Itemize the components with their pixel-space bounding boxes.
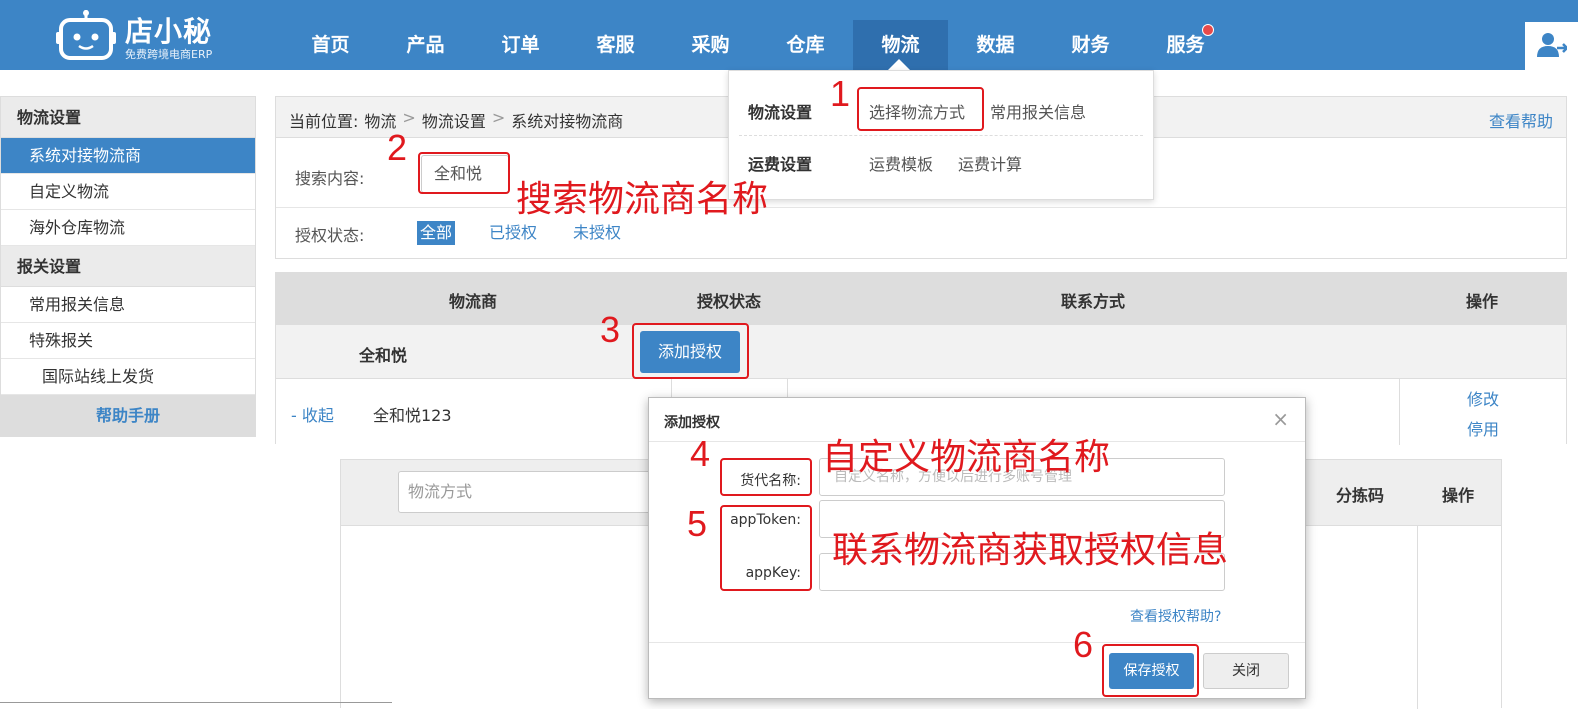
annotation-number-2: 2 (387, 127, 408, 168)
main-nav: 首页 产品 订单 客服 采购 仓库 物流 数据 财务 服务 (283, 20, 1233, 70)
menu-customs-info[interactable]: 常用报关信息 (990, 99, 1086, 123)
dropdown-heading-freight: 运费设置 (748, 155, 813, 174)
menu-freight-calc[interactable]: 运费计算 (958, 151, 1022, 175)
annotation-text-search: 搜索物流商名称 (516, 179, 769, 220)
annotation-number-5: 5 (687, 503, 708, 544)
close-icon[interactable]: × (1272, 407, 1289, 431)
annotation-text-custom-name: 自定义物流商名称 (822, 437, 1111, 478)
col-sub-actions: 操作 (1442, 486, 1475, 505)
actions-cell: 修改 停用 (1399, 379, 1568, 445)
dropdown-divider (739, 135, 1143, 136)
nav-purchase[interactable]: 采购 (663, 20, 758, 70)
help-link[interactable]: 查看帮助 (1489, 108, 1553, 132)
nav-products[interactable]: 产品 (378, 20, 473, 70)
robot-logo-icon (56, 10, 116, 60)
nav-finance[interactable]: 财务 (1043, 20, 1138, 70)
menu-freight-template[interactable]: 运费模板 (869, 151, 933, 175)
nav-orders[interactable]: 订单 (473, 20, 568, 70)
sidebar-section-logistics: 物流设置 (1, 97, 255, 138)
filter-authorized[interactable]: 已授权 (486, 221, 540, 245)
shipping-method-input[interactable]: 物流方式 (398, 471, 658, 513)
table-header: 物流商 授权状态 联系方式 操作 (276, 273, 1566, 325)
nav-services-label: 服务 (1166, 34, 1205, 56)
annotation-box-4 (720, 458, 812, 496)
carrier-group-row: 全和悦 添加授权 (276, 325, 1566, 379)
notification-dot (1202, 24, 1214, 36)
sidebar-item-overseas-warehouse[interactable]: 海外仓库物流 (1, 210, 255, 246)
brand-name: 店小秘 (125, 15, 213, 48)
annotation-box-1 (857, 87, 984, 131)
search-label: 搜索内容: (295, 169, 365, 188)
breadcrumb-item[interactable]: 物流设置 (422, 108, 486, 132)
col-contact: 联系方式 (1061, 292, 1126, 311)
brand-logo[interactable]: 店小秘 免费跨境电商ERP (55, 6, 225, 62)
filter-all[interactable]: 全部 (417, 221, 456, 245)
auth-filter-row: 授权状态: 全部 已授权 未授权 (276, 208, 1566, 260)
carrier-group-name: 全和悦 (359, 346, 408, 365)
user-menu-button[interactable] (1525, 22, 1578, 70)
auth-filter-label: 授权状态: (295, 226, 365, 245)
nav-warehouse[interactable]: 仓库 (758, 20, 853, 70)
annotation-number-1: 1 (830, 73, 851, 114)
annotation-box-3 (632, 323, 749, 379)
nav-customer-service[interactable]: 客服 (568, 20, 663, 70)
column-divider (1417, 526, 1418, 709)
auth-help-link[interactable]: 查看授权帮助? (1130, 606, 1221, 626)
sidebar-item-custom-logistics[interactable]: 自定义物流 (1, 174, 255, 210)
annotation-text-get-auth: 联系物流商获取授权信息 (832, 530, 1229, 571)
annotation-number-3: 3 (600, 309, 621, 350)
modal-footer: 保存授权 关闭 (649, 642, 1305, 700)
col-auth-status: 授权状态 (697, 292, 762, 311)
annotation-number-4: 4 (690, 433, 711, 474)
col-sort-code: 分拣码 (1336, 486, 1385, 505)
sidebar-section-customs: 报关设置 (1, 246, 255, 287)
col-actions: 操作 (1466, 292, 1499, 311)
carrier-account-name: 全和悦123 (373, 406, 452, 425)
annotation-box-5 (720, 505, 812, 591)
brand-tagline: 免费跨境电商ERP (125, 48, 213, 61)
sidebar-item-customs-info[interactable]: 常用报关信息 (1, 287, 255, 323)
sidebar-item-special-customs[interactable]: 特殊报关 (1, 323, 255, 359)
sidebar-help-manual[interactable]: 帮助手册 (1, 395, 255, 436)
close-button[interactable]: 关闭 (1203, 653, 1289, 689)
sidebar-item-system-carriers[interactable]: 系统对接物流商 (1, 138, 255, 174)
dropdown-caret (888, 59, 910, 70)
edit-link[interactable]: 修改 (1467, 386, 1499, 410)
annotation-box-6 (1102, 644, 1199, 697)
breadcrumb-sep: > (491, 108, 506, 127)
breadcrumb-current: 系统对接物流商 (511, 112, 624, 131)
user-icon (1537, 33, 1567, 57)
annotation-box-2 (418, 152, 510, 194)
top-navbar: 店小秘 免费跨境电商ERP 首页 产品 订单 客服 采购 仓库 物流 数据 财务… (0, 0, 1578, 70)
collapse-toggle[interactable]: - 收起 (291, 402, 334, 426)
modal-title: 添加授权 (664, 415, 720, 431)
dropdown-heading-logistics: 物流设置 (748, 103, 813, 122)
nav-services[interactable]: 服务 (1138, 20, 1233, 70)
sidebar: 物流设置 系统对接物流商 自定义物流 海外仓库物流 报关设置 常用报关信息 特殊… (0, 96, 256, 437)
sidebar-item-intl-shipping[interactable]: 国际站线上发货 (1, 359, 255, 395)
nav-data[interactable]: 数据 (948, 20, 1043, 70)
col-carrier: 物流商 (449, 292, 498, 311)
disable-link[interactable]: 停用 (1467, 416, 1499, 440)
dropdown-row-freight: 运费设置 运费模板 运费计算 (729, 138, 1153, 193)
breadcrumb-prefix: 当前位置: (289, 112, 359, 131)
annotation-number-6: 6 (1073, 624, 1094, 665)
modal-header: 添加授权 × (649, 398, 1305, 442)
filter-unauthorized[interactable]: 未授权 (570, 221, 624, 245)
bottom-scroll-line (0, 702, 392, 703)
nav-home[interactable]: 首页 (283, 20, 378, 70)
